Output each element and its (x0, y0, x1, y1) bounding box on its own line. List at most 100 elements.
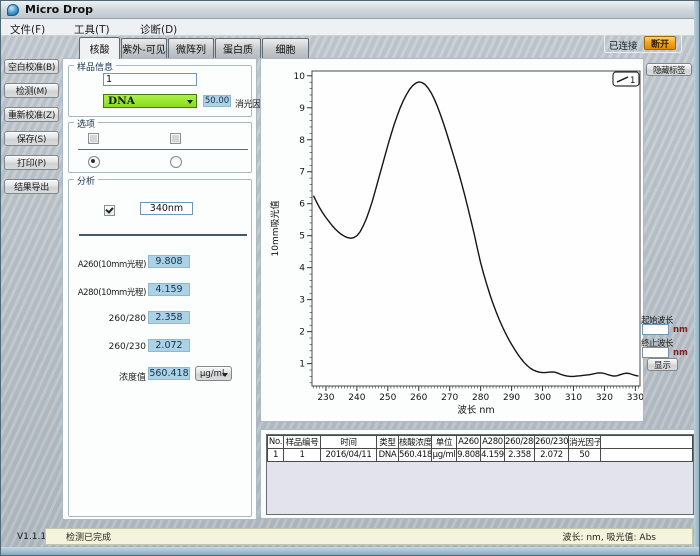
cell-no: 1 (268, 449, 284, 462)
options-divider (78, 149, 248, 150)
a280-label: A280(10mm光程) (69, 286, 146, 298)
menu-file[interactable]: 文件(F) (5, 21, 50, 38)
col-a260: A260 (457, 436, 481, 449)
menu-diagnostics[interactable]: 诊断(D) (135, 21, 182, 38)
svg-text:300: 300 (534, 393, 551, 403)
col-a280: A280 (481, 436, 505, 449)
option-checkbox-2[interactable] (170, 133, 181, 144)
svg-text:270: 270 (441, 393, 458, 403)
tab-nucleic-acid[interactable]: 核酸 (79, 37, 120, 59)
svg-text:290: 290 (503, 393, 520, 403)
col-unit: 单位 (432, 436, 457, 449)
left-panel: 样品信息 DNA 50.00 消光因子 选项 分析 A260(10mm光程) (62, 58, 257, 520)
tab-microarray[interactable]: 微阵列 (168, 38, 214, 58)
svg-text:8: 8 (299, 136, 305, 146)
sample-type-dropdown[interactable]: DNA (103, 94, 197, 108)
cell-time: 2016/04/11 (321, 449, 377, 462)
start-wavelength-input[interactable] (642, 324, 669, 335)
option-radio-1[interactable] (88, 156, 100, 168)
end-wavelength-input[interactable] (642, 347, 669, 358)
hide-labels-button[interactable]: 隐藏标签 (646, 63, 692, 76)
table-header-row: No. 样品编号 时间 类型 核酸浓度 单位 A260 A280 260/280… (268, 436, 693, 449)
chevron-down-icon (187, 100, 193, 104)
svg-text:10: 10 (294, 72, 306, 82)
cell-type: DNA (377, 449, 399, 462)
svg-text:320: 320 (596, 393, 613, 403)
svg-text:330: 330 (627, 393, 643, 403)
options-title: 选项 (74, 117, 98, 130)
extinction-factor-value: 50.00 (203, 95, 231, 107)
analysis-title: 分析 (74, 174, 98, 187)
svg-text:3: 3 (299, 296, 305, 306)
table-row[interactable]: 1 1 2016/04/11 DNA 560.418 μg/ml 9.808 4… (268, 449, 693, 462)
print-button[interactable]: 打印(P) (4, 155, 59, 170)
concentration-unit-dropdown[interactable]: μg/ml (195, 366, 232, 381)
svg-text:2: 2 (299, 328, 305, 338)
start-wavelength-unit: nm (673, 325, 688, 335)
menu-tools[interactable]: 工具(T) (69, 21, 115, 38)
connection-status: 已连接 (609, 38, 638, 52)
svg-text:5: 5 (299, 232, 305, 242)
option-radio-2[interactable] (170, 156, 182, 168)
tab-cell[interactable]: 细胞 (262, 38, 309, 58)
concentration-value: 560.418 (148, 367, 190, 380)
svg-text:240: 240 (348, 393, 365, 403)
results-table-area: No. 样品编号 时间 类型 核酸浓度 单位 A260 A280 260/280… (266, 434, 694, 515)
col-sample-id: 样品编号 (284, 436, 321, 449)
svg-text:280: 280 (472, 393, 489, 403)
sample-info-group: 样品信息 DNA 50.00 消光因子 (68, 65, 252, 117)
col-time: 时间 (321, 436, 377, 449)
app-icon (7, 4, 19, 16)
svg-text:250: 250 (379, 393, 396, 403)
cell-260-280: 2.358 (505, 449, 535, 462)
svg-text:6: 6 (299, 200, 305, 210)
results-panel: No. 样品编号 时间 类型 核酸浓度 单位 A260 A280 260/280… (260, 429, 698, 519)
measure-button[interactable]: 检测(M) (4, 83, 59, 98)
col-filler (601, 436, 693, 449)
option-checkbox-1[interactable] (88, 133, 99, 144)
wavelength-checkbox[interactable] (104, 205, 115, 216)
show-button[interactable]: 显示 (647, 358, 678, 371)
recalibrate-button[interactable]: 重新校准(Z) (4, 107, 59, 122)
svg-text:260: 260 (410, 393, 427, 403)
cell-a280: 4.159 (481, 449, 505, 462)
cell-extinction: 50 (569, 449, 601, 462)
cell-a260: 9.808 (457, 449, 481, 462)
ratio-260-230-value: 2.072 (148, 339, 190, 352)
a280-value: 4.159 (148, 283, 190, 296)
concentration-unit-value: μg/ml (200, 369, 224, 379)
end-wavelength-unit: nm (673, 348, 688, 358)
analysis-group: 分析 A260(10mm光程) 9.808 A280(10mm光程) 4.159… (68, 179, 252, 517)
col-260-280: 260/280 (505, 436, 535, 449)
export-results-button[interactable]: 结果导出 (4, 179, 59, 194)
spectrum-chart: 2302402502602702802903003103203301234567… (261, 59, 643, 421)
col-260-230: 260/230 (535, 436, 569, 449)
svg-text:1: 1 (630, 76, 635, 86)
svg-text:9: 9 (299, 104, 305, 114)
version-label: V1.1.1 (17, 532, 46, 542)
ratio-260-280-value: 2.358 (148, 311, 190, 324)
svg-text:4: 4 (299, 264, 305, 274)
menu-bar: 文件(F) 工具(T) 诊断(D) (1, 19, 699, 36)
title-bar: Micro Drop (1, 1, 699, 19)
wavelength-input[interactable] (140, 202, 193, 215)
save-button[interactable]: 保存(S) (4, 131, 59, 146)
window-edge-bottom (1, 547, 699, 555)
status-bar: 检测已完成 波长: nm, 吸光值: Abs (45, 528, 693, 545)
tab-protein[interactable]: 蛋白质 (215, 38, 261, 58)
sample-type-value: DNA (108, 95, 135, 107)
app-window: Micro Drop 文件(F) 工具(T) 诊断(D) 核酸 紫外-可见 微阵… (0, 0, 700, 556)
disconnect-button[interactable]: 断开 (644, 36, 676, 50)
results-table: No. 样品编号 时间 类型 核酸浓度 单位 A260 A280 260/280… (267, 435, 693, 462)
sample-id-input[interactable] (103, 73, 197, 86)
status-message: 检测已完成 (46, 530, 111, 543)
svg-text:7: 7 (299, 168, 305, 178)
cell-260-230: 2.072 (535, 449, 569, 462)
svg-text:1: 1 (299, 360, 305, 370)
cell-filler (601, 449, 693, 462)
tab-uv-vis[interactable]: 紫外-可见 (121, 38, 167, 58)
col-extinction: 消光因子 (569, 436, 601, 449)
svg-text:230: 230 (317, 393, 334, 403)
svg-text:10mm吸光值: 10mm吸光值 (269, 201, 281, 257)
blank-calibration-button[interactable]: 空白校准(B) (4, 59, 59, 74)
